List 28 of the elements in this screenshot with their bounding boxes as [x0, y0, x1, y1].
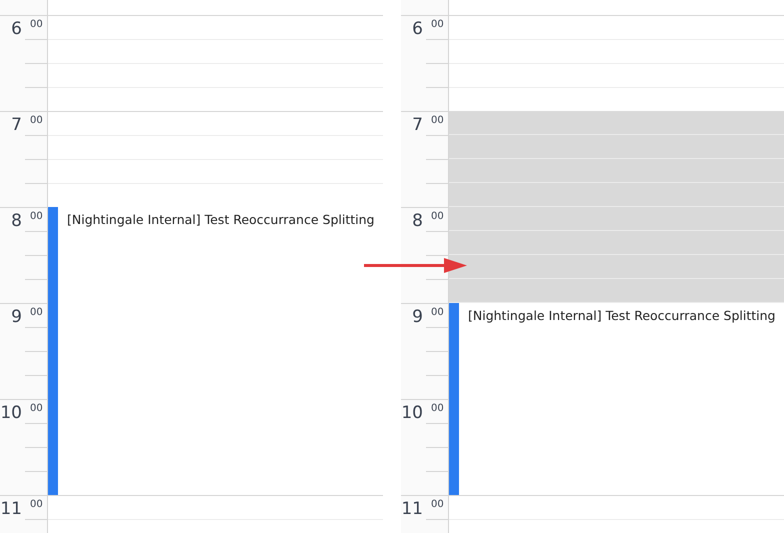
minute-label: 00: [431, 19, 444, 31]
minute-label: 00: [30, 307, 43, 319]
event-title: [Nightingale Internal] Test Reoccurrance Splitting: [468, 308, 776, 325]
event-title: [Nightingale Internal] Test Reoccurrance Splitting: [67, 212, 374, 229]
minute-label: 00: [30, 115, 43, 127]
minute-label: 00: [30, 403, 43, 415]
minute-label: 00: [431, 499, 444, 511]
minute-label: 00: [30, 19, 43, 31]
minute-label: 00: [431, 211, 444, 223]
hour-label: 8: [10, 210, 22, 232]
calendar-event[interactable]: [Nightingale Internal] Test Reoccurrance Splitting: [48, 207, 383, 495]
minute-label: 00: [30, 499, 43, 511]
minute-label: 00: [431, 307, 444, 319]
hour-label: 6: [10, 18, 22, 40]
minute-label: 00: [431, 115, 444, 127]
minute-label: 00: [30, 211, 43, 223]
hour-label: 10: [401, 402, 423, 424]
hour-label: 7: [10, 114, 22, 136]
hour-label: 11: [0, 498, 22, 520]
hour-label: 8: [411, 210, 423, 232]
hour-label: 9: [10, 306, 22, 328]
hour-label: 11: [401, 498, 423, 520]
hour-label: 10: [0, 402, 22, 424]
hour-label: 7: [411, 114, 423, 136]
hour-label: 6: [411, 18, 423, 40]
minute-label: 00: [431, 403, 444, 415]
hour-label: 9: [411, 306, 423, 328]
calendar-event[interactable]: [Nightingale Internal] Test Reoccurrance Splitting: [449, 303, 784, 495]
